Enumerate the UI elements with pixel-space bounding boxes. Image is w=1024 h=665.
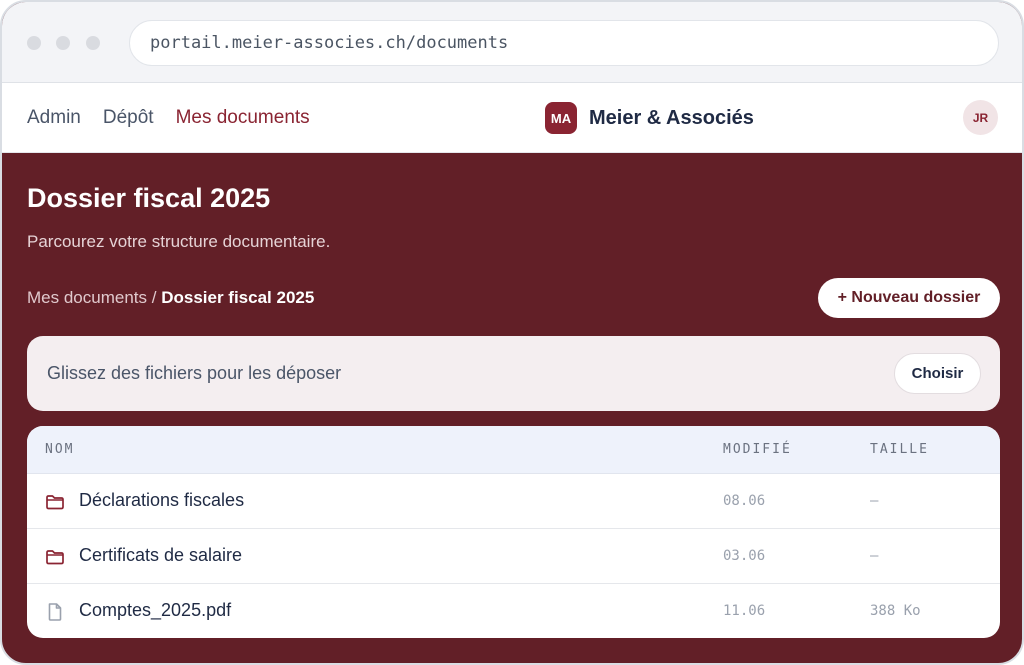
- window-close-dot[interactable]: [27, 36, 41, 50]
- column-header-name[interactable]: NOM: [45, 442, 74, 457]
- nav-item-admin[interactable]: Admin: [27, 107, 81, 129]
- brand[interactable]: MA Meier & Associés: [545, 83, 754, 153]
- address-bar[interactable]: portail.meier-associes.ch/documents: [129, 20, 999, 66]
- user-avatar[interactable]: JR: [963, 100, 998, 135]
- row-name: Comptes_2025.pdf: [79, 600, 232, 620]
- table-row[interactable]: Certificats de salaire 03.06 —: [27, 529, 1000, 584]
- row-name: Déclarations fiscales: [79, 490, 245, 510]
- new-folder-button[interactable]: + Nouveau dossier: [818, 278, 1000, 318]
- browser-window: portail.meier-associes.ch/documents Admi…: [0, 0, 1024, 665]
- choose-files-button[interactable]: Choisir: [894, 353, 981, 394]
- dropzone-text: Glissez des fichiers pour les déposer: [47, 363, 342, 383]
- folder-icon: [45, 492, 65, 512]
- row-size: —: [870, 493, 879, 509]
- table-row[interactable]: Déclarations fiscales 08.06 —: [27, 474, 1000, 529]
- documents-table: NOM MODIFIÉ TAILLE Déclarations fiscales…: [27, 426, 1000, 638]
- window-maximize-dot[interactable]: [86, 36, 100, 50]
- column-header-modified[interactable]: MODIFIÉ: [723, 442, 792, 457]
- table-row[interactable]: Comptes_2025.pdf 11.06 388 Ko: [27, 584, 1000, 638]
- table-header: NOM MODIFIÉ TAILLE: [27, 426, 1000, 474]
- folder-icon: [45, 547, 65, 567]
- row-modified: 03.06: [723, 548, 766, 564]
- row-size: 388 Ko: [870, 603, 921, 619]
- row-size: —: [870, 548, 879, 564]
- breadcrumb-current: Dossier fiscal 2025: [161, 288, 315, 307]
- window-minimize-dot[interactable]: [56, 36, 70, 50]
- app-header: Admin Dépôt Mes documents MA Meier & Ass…: [2, 83, 1022, 153]
- file-icon: [45, 602, 65, 622]
- row-modified: 11.06: [723, 603, 766, 619]
- browser-chrome: portail.meier-associes.ch/documents: [2, 2, 1022, 83]
- main-nav: Admin Dépôt Mes documents: [27, 83, 310, 153]
- breadcrumb: Mes documents / Dossier fiscal 2025: [27, 288, 314, 308]
- nav-item-mes-documents[interactable]: Mes documents: [176, 107, 310, 129]
- breadcrumb-separator: /: [151, 288, 157, 307]
- nav-item-depot[interactable]: Dépôt: [103, 107, 154, 129]
- page-subtitle: Parcourez votre structure documentaire.: [27, 232, 331, 251]
- brand-name: Meier & Associés: [589, 106, 754, 129]
- breadcrumb-parent[interactable]: Mes documents: [27, 288, 147, 307]
- row-name: Certificats de salaire: [79, 545, 243, 565]
- row-modified: 08.06: [723, 493, 766, 509]
- column-header-size[interactable]: TAILLE: [870, 442, 929, 457]
- brand-logo: MA: [545, 102, 577, 134]
- page-title: Dossier fiscal 2025: [27, 183, 271, 213]
- address-bar-url: portail.meier-associes.ch/documents: [150, 33, 509, 53]
- upload-dropzone[interactable]: Glissez des fichiers pour les déposer Ch…: [27, 336, 1000, 411]
